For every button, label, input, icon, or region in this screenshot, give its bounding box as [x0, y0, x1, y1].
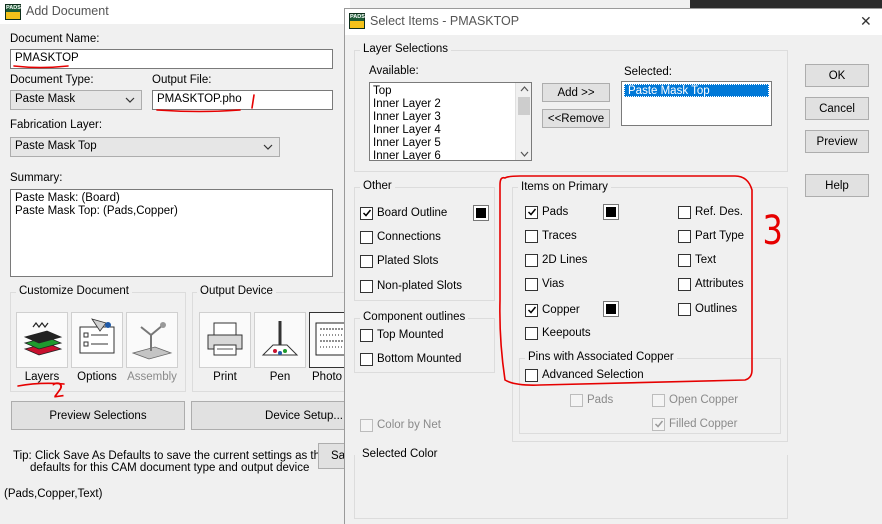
underline-output-file [156, 109, 241, 113]
annotation-mark-1 [251, 94, 255, 109]
underline-document-name [13, 65, 69, 69]
annotation-mark-3: 3 [762, 208, 783, 254]
annotation-items-on-primary-outline [499, 175, 753, 386]
annotation-overlay [13, 65, 753, 387]
